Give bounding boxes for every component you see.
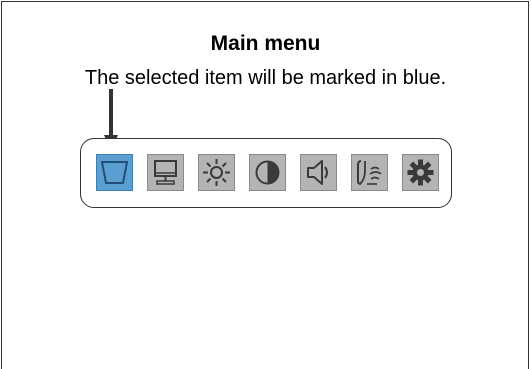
trapezoid-icon [100,161,129,184]
language-icon [357,160,382,185]
menu-item-brightness[interactable] [198,154,235,191]
gear-icon [407,159,434,186]
menu-item-display[interactable] [147,154,184,191]
speaker-icon [307,160,328,185]
menu-item-settings[interactable] [402,154,439,191]
menu-item-language[interactable] [351,154,388,191]
page-subtitle: The selected item will be marked in blue… [84,67,447,89]
contrast-icon [255,160,280,185]
brightness-icon [203,159,230,186]
monitor-icon [154,160,177,185]
main-menu-bar [80,138,452,208]
page-title: Main menu [210,32,321,55]
menu-item-contrast[interactable] [249,154,286,191]
menu-item-audio[interactable] [300,154,337,191]
menu-item-keystone[interactable] [96,154,133,191]
